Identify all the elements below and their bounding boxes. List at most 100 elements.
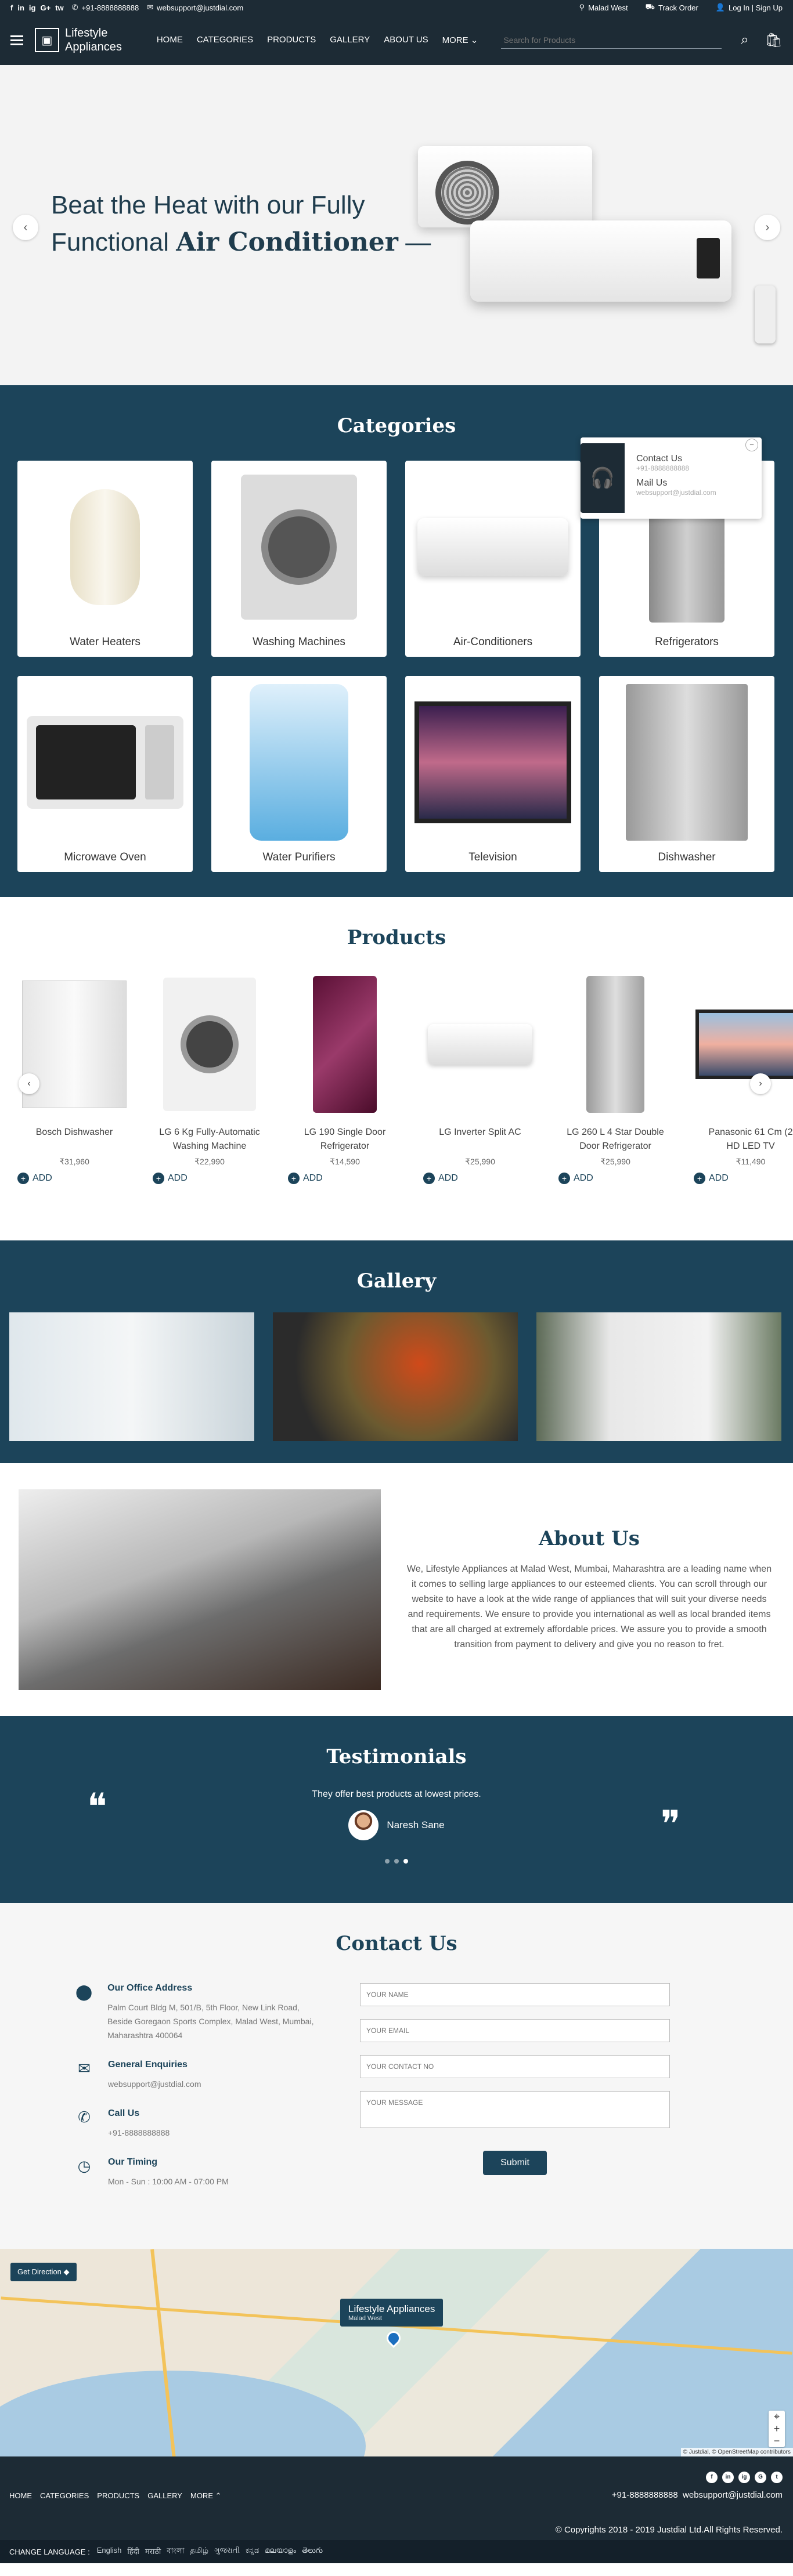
footer-nav-home[interactable]: HOME xyxy=(9,2491,32,2501)
hero-prev-arrow-icon[interactable]: ‹ xyxy=(13,215,38,240)
footer-nav-more[interactable]: MORE ⌃ xyxy=(190,2491,222,2501)
instagram-icon[interactable]: ig xyxy=(29,3,36,12)
product-card[interactable]: LG 260 L 4 Star Double Door Refrigerator… xyxy=(558,976,672,1184)
product-card[interactable]: LG Inverter Split AC ₹25,990 + ADD xyxy=(423,976,537,1184)
get-direction-button[interactable]: Get Direction ◆ xyxy=(10,2263,77,2281)
category-card[interactable]: Washing Machines xyxy=(211,461,387,657)
facebook-icon[interactable]: f xyxy=(10,3,13,12)
map-pin-icon[interactable] xyxy=(384,2328,403,2348)
top-email[interactable]: ✉ websupport@justdial.com xyxy=(147,3,243,12)
carousel-dot[interactable] xyxy=(403,1859,408,1864)
add-to-cart-button[interactable]: + ADD xyxy=(17,1173,131,1184)
search-input[interactable] xyxy=(503,35,720,45)
quote-close-icon: ❞ xyxy=(661,1803,681,1846)
hero-ac-indoor-image xyxy=(470,220,731,302)
call-number[interactable]: +91-8888888888 xyxy=(108,2126,170,2140)
product-price: ₹14,590 xyxy=(330,1157,360,1166)
add-to-cart-button[interactable]: + ADD xyxy=(558,1173,672,1184)
nav-about-us[interactable]: ABOUT US xyxy=(384,35,428,45)
gallery-image-purifier[interactable] xyxy=(9,1312,254,1441)
copyright: © Copyrights 2018 - 2019 Justdial Ltd.Al… xyxy=(555,2525,783,2535)
twitter-icon[interactable]: tw xyxy=(55,3,63,12)
nav-gallery[interactable]: GALLERY xyxy=(330,35,370,45)
facebook-icon[interactable]: f xyxy=(706,2472,718,2483)
carousel-dot[interactable] xyxy=(394,1859,399,1864)
enquiry-email[interactable]: websupport@justdial.com xyxy=(108,2077,201,2091)
footer-nav-gallery[interactable]: GALLERY xyxy=(147,2491,182,2501)
category-card[interactable]: Air-Conditioners xyxy=(405,461,581,657)
language-option[interactable]: മലയാളം xyxy=(265,2546,296,2558)
language-option[interactable]: हिंदी xyxy=(127,2546,139,2558)
hero-next-arrow-icon[interactable]: › xyxy=(755,215,780,240)
mail-icon: ✉ xyxy=(78,2060,91,2077)
google-plus-icon[interactable]: G xyxy=(755,2472,766,2483)
email-field[interactable] xyxy=(360,2019,670,2042)
category-card[interactable]: Dishwasher xyxy=(599,676,774,872)
language-option[interactable]: தமிழ் xyxy=(190,2546,208,2558)
locate-icon[interactable]: ⌖ xyxy=(769,2411,785,2423)
track-order-link[interactable]: ⛟ Track Order xyxy=(646,2,698,13)
linkedin-icon[interactable]: in xyxy=(17,3,24,12)
plus-icon: + xyxy=(153,1173,164,1184)
testimonial-quote: They offer best products at lowest price… xyxy=(312,1789,481,1799)
submit-button[interactable]: Submit xyxy=(483,2151,547,2175)
twitter-icon[interactable]: t xyxy=(771,2472,783,2483)
carousel-dot[interactable] xyxy=(385,1859,390,1864)
language-option[interactable]: ಕನ್ನಡ xyxy=(246,2546,259,2558)
category-card[interactable]: Water Purifiers xyxy=(211,676,387,872)
location-link[interactable]: ⚲ Malad West xyxy=(579,2,628,13)
close-icon[interactable]: − xyxy=(745,439,758,451)
zoom-out-icon[interactable]: − xyxy=(769,2435,785,2447)
language-option[interactable]: ગુજરાતી xyxy=(214,2546,240,2558)
phone-field[interactable] xyxy=(360,2055,670,2078)
products-prev-arrow-icon[interactable]: ‹ xyxy=(19,1073,39,1094)
call-heading: Call Us xyxy=(108,2108,140,2118)
add-to-cart-button[interactable]: + ADD xyxy=(694,1173,793,1184)
search-icon[interactable]: ⌕ xyxy=(741,32,748,49)
cart-icon[interactable]: 🛍 xyxy=(765,32,783,49)
location-map[interactable]: Get Direction ◆ Lifestyle Appliances Mala… xyxy=(0,2249,793,2456)
nav-products[interactable]: PRODUCTS xyxy=(267,35,316,45)
language-option[interactable]: English xyxy=(97,2546,122,2558)
category-card[interactable]: Television xyxy=(405,676,581,872)
category-card[interactable]: Water Heaters xyxy=(17,461,193,657)
products-next-arrow-icon[interactable]: › xyxy=(750,1073,771,1094)
gallery-image-tv-remote[interactable] xyxy=(273,1312,518,1441)
language-option[interactable]: বাংলা xyxy=(167,2546,184,2558)
nav-home[interactable]: HOME xyxy=(157,35,183,45)
instagram-icon[interactable]: ig xyxy=(738,2472,750,2483)
contact-form: Submit xyxy=(360,1983,670,2206)
footer-nav-categories[interactable]: CATEGORIES xyxy=(40,2491,89,2501)
footer-email[interactable]: websupport@justdial.com xyxy=(683,2490,783,2500)
plus-icon: + xyxy=(288,1173,300,1184)
add-to-cart-button[interactable]: + ADD xyxy=(423,1173,537,1184)
add-to-cart-button[interactable]: + ADD xyxy=(288,1173,402,1184)
nav-categories[interactable]: CATEGORIES xyxy=(197,35,253,45)
login-signup-link[interactable]: 👤 Log In | Sign Up xyxy=(716,2,783,13)
menu-icon[interactable] xyxy=(10,35,23,45)
site-logo[interactable]: ▣ Lifestyle Appliances xyxy=(35,26,122,54)
name-field[interactable] xyxy=(360,1983,670,2006)
footer-nav-products[interactable]: PRODUCTS xyxy=(97,2491,139,2501)
top-phone[interactable]: ✆ +91-8888888888 xyxy=(72,3,139,12)
nav-more[interactable]: MORE ⌄ xyxy=(442,35,478,45)
testimonials-section: Testimonials They offer best products at… xyxy=(0,1716,793,1903)
footer-phone[interactable]: +91-8888888888 xyxy=(612,2490,678,2500)
add-to-cart-button[interactable]: + ADD xyxy=(153,1173,266,1184)
product-card[interactable]: LG 190 Single Door Refrigerator ₹14,590 … xyxy=(288,976,402,1184)
about-appliances-image xyxy=(19,1489,381,1690)
language-option[interactable]: తెలుగు xyxy=(302,2546,323,2558)
product-card[interactable]: LG 6 Kg Fully-Automatic Washing Machine … xyxy=(153,976,266,1184)
product-card[interactable]: Panasonic 61 Cm (2 HD LED TV ₹11,490 + AD… xyxy=(694,976,793,1184)
language-option[interactable]: मराठी xyxy=(145,2546,161,2558)
zoom-in-icon[interactable]: + xyxy=(769,2423,785,2435)
google-plus-icon[interactable]: G+ xyxy=(40,3,51,12)
plus-icon: + xyxy=(694,1173,705,1184)
linkedin-icon[interactable]: in xyxy=(722,2472,734,2483)
popup-contact-value[interactable]: +91-8888888888 xyxy=(636,464,755,472)
gallery-image-window-ac[interactable] xyxy=(536,1312,781,1441)
message-field[interactable] xyxy=(360,2091,670,2128)
category-card[interactable]: Microwave Oven xyxy=(17,676,193,872)
television-image xyxy=(414,701,571,823)
popup-mail-value[interactable]: websupport@justdial.com xyxy=(636,489,755,497)
